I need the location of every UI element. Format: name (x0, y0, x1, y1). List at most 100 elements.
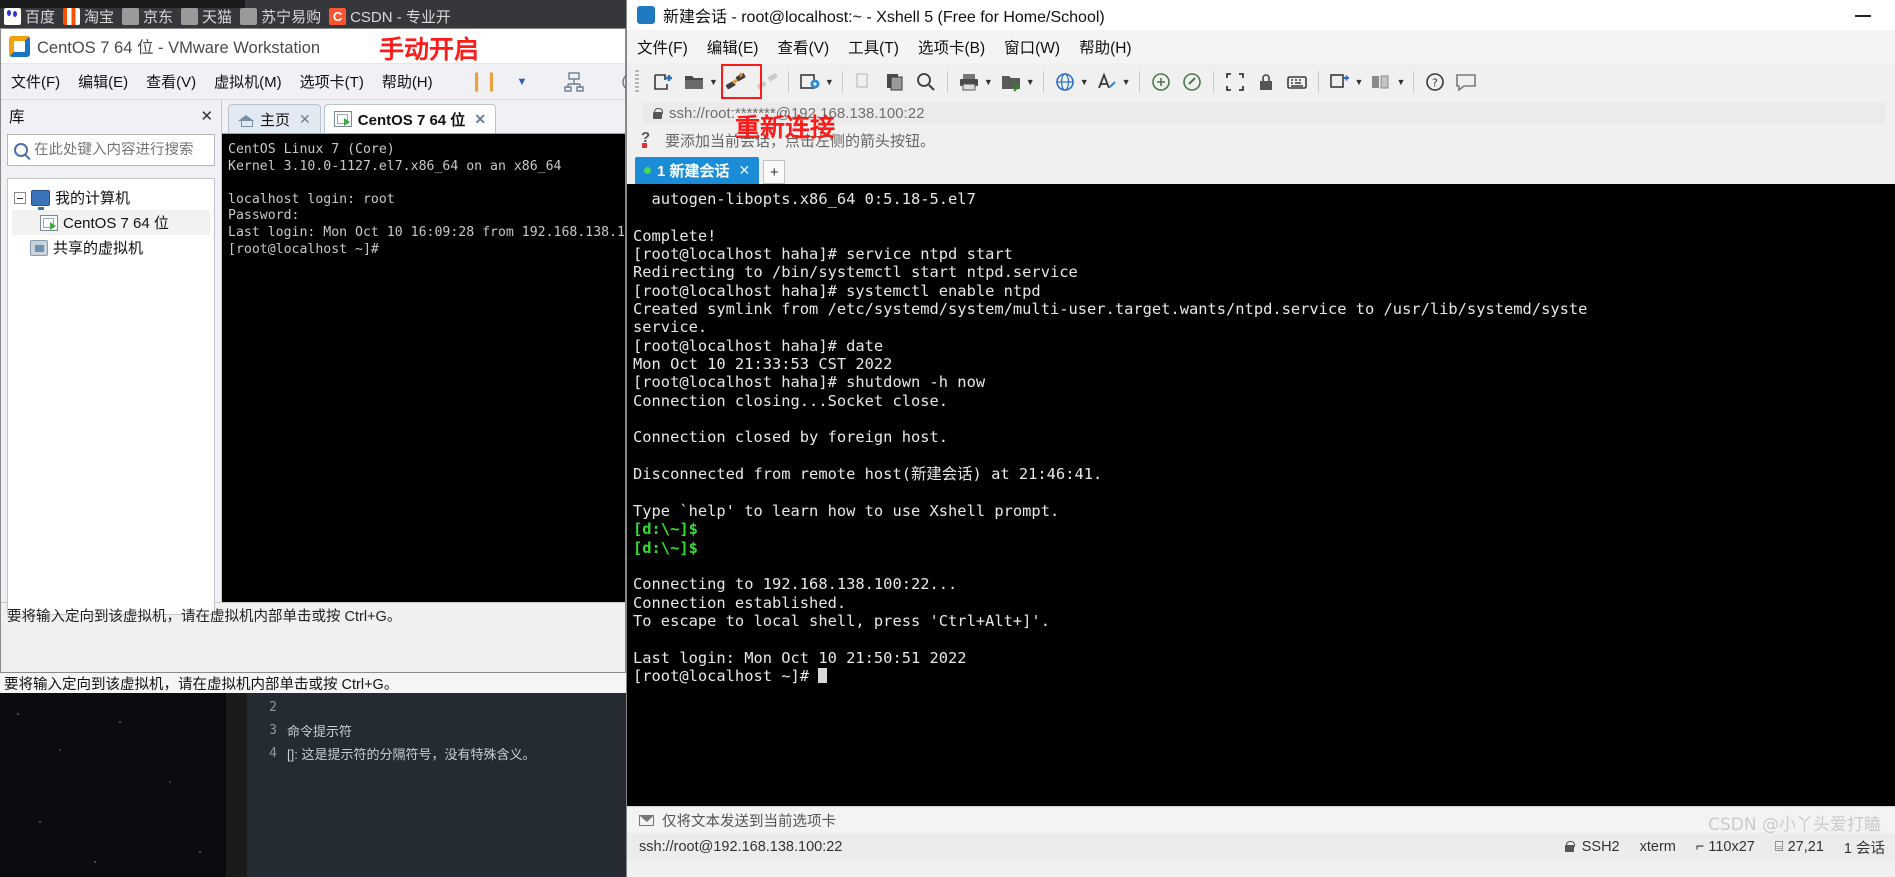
vmware-menubar[interactable]: 文件(F) 编辑(E) 查看(V) 虚拟机(M) 选项卡(T) 帮助(H) ❙❙… (1, 64, 682, 100)
terminal-line: autogen-libopts.x86_64 0:5.18-5.el7 (633, 190, 976, 208)
xshell-send-bar[interactable]: 仅将文本发送到当前选项卡 (627, 806, 1895, 833)
xshell-toolbar[interactable]: ▼ ▼ ▼ ▼ ▼ ▼ ▼ ▼ ? (627, 63, 1895, 100)
menu-tools[interactable]: 工具(T) (848, 36, 899, 58)
xshell-tab-session-1[interactable]: 1 新建会话 ✕ (635, 157, 760, 184)
vmware-tabstrip[interactable]: 主页 ✕ CentOS 7 64 位 ✕ (222, 100, 625, 133)
collapse-toggle-icon[interactable] (14, 191, 26, 204)
bookmark-jd[interactable]: 京东 (122, 6, 173, 27)
bookmark-taobao[interactable]: 淘宝 (63, 6, 114, 27)
terminal-line: [d:\~]$ (633, 520, 698, 539)
terminal-line: Redirecting to /bin/systemctl start ntpd… (633, 263, 1078, 282)
menu-tabs[interactable]: 选项卡(B) (918, 36, 985, 58)
terminal-line: Complete! (633, 226, 717, 245)
xshell-menubar[interactable]: 文件(F) 编辑(E) 查看(V) 工具(T) 选项卡(B) 窗口(W) 帮助(… (627, 30, 1895, 63)
menu-edit[interactable]: 编辑(E) (707, 36, 759, 58)
minimize-button[interactable] (1849, 4, 1877, 24)
vmware-status-text: 要将输入定向到该虚拟机，请在虚拟机内部单击或按 Ctrl+G。 (7, 609, 402, 625)
terminal-line: To escape to local shell, press 'Ctrl+Al… (633, 611, 1050, 630)
menu-file[interactable]: 文件(F) (637, 36, 688, 58)
fullscreen-icon[interactable] (1222, 69, 1248, 95)
lock-icon[interactable] (1253, 69, 1279, 95)
menu-window[interactable]: 窗口(W) (1004, 36, 1060, 58)
info-icon (641, 129, 657, 148)
search-icon (14, 143, 28, 157)
library-tree[interactable]: 我的计算机 CentOS 7 64 位 共享的虚拟机 (7, 178, 216, 615)
find-icon[interactable] (913, 69, 939, 95)
bookmark-suning[interactable]: 苏宁易购 (240, 6, 321, 27)
session-properties-icon[interactable] (797, 69, 823, 95)
toolbar-grip[interactable] (635, 69, 639, 94)
terminal-line: Connection closing...Socket close. (633, 391, 949, 410)
new-session-icon[interactable] (650, 69, 676, 95)
font-dropdown-caret-icon[interactable]: ▼ (1122, 77, 1131, 87)
chevron-down-icon[interactable]: ▼ (516, 76, 527, 88)
browser-dropdown-caret-icon[interactable]: ▼ (1080, 77, 1089, 87)
vmware-tab-home[interactable]: 主页 ✕ (228, 104, 321, 133)
new-tab-button[interactable]: + (763, 160, 786, 184)
desktop-wallpaper (0, 692, 226, 877)
highlight-icon[interactable] (1179, 69, 1205, 95)
desktop-background: 2 3 命令提示符 4 []: 这是提示符的分隔符号，没有特殊含义。 (0, 673, 626, 877)
reconnect-annotation: 重新连接 (735, 113, 836, 142)
line-text: []: 这是提示符的分隔符号，没有特殊含义。 (287, 747, 536, 762)
menu-edit[interactable]: 编辑(E) (78, 71, 128, 92)
xshell-hint-bar: 要添加当前会话，点击左侧的箭头按钮。 重新连接 (627, 113, 1895, 154)
library-search-box[interactable] (7, 134, 216, 166)
menu-view[interactable]: 查看(V) (777, 36, 829, 58)
browser-icon[interactable] (1052, 69, 1078, 95)
tree-item-shared-vms[interactable]: 共享的虚拟机 (12, 235, 210, 260)
transfer-icon[interactable] (998, 69, 1024, 95)
transfer-dropdown-caret-icon[interactable]: ▼ (1026, 77, 1035, 87)
terminal-line: Type `help' to learn how to use Xshell p… (633, 501, 1060, 520)
pause-vm-icon[interactable]: ❙❙ (469, 70, 500, 93)
keyboard-icon[interactable] (1284, 69, 1310, 95)
open-folder-icon[interactable] (681, 69, 707, 95)
properties-dropdown-caret-icon[interactable]: ▼ (825, 77, 834, 87)
layout-dropdown-caret-icon[interactable]: ▼ (1355, 77, 1364, 87)
close-icon[interactable]: ✕ (200, 107, 213, 125)
folder-dropdown-caret-icon[interactable]: ▼ (709, 77, 718, 87)
menu-file[interactable]: 文件(F) (11, 71, 60, 92)
paste-icon[interactable] (882, 69, 908, 95)
xshell-terminal[interactable]: autogen-libopts.x86_64 0:5.18-5.el7 Comp… (627, 184, 1895, 806)
vmware-main-area: 主页 ✕ CentOS 7 64 位 ✕ CentOS Linux 7 (Cor… (222, 100, 625, 602)
menu-view[interactable]: 查看(V) (146, 71, 196, 92)
close-icon[interactable]: ✕ (474, 111, 486, 128)
chat-icon[interactable] (1453, 69, 1479, 95)
menu-help[interactable]: 帮助(H) (1079, 36, 1132, 58)
vmware-tab-centos[interactable]: CentOS 7 64 位 ✕ (323, 104, 497, 133)
tree-item-label: 我的计算机 (55, 190, 131, 207)
arrange-icon[interactable] (1368, 69, 1394, 95)
print-dropdown-caret-icon[interactable]: ▼ (984, 77, 993, 87)
close-icon[interactable]: ✕ (739, 162, 751, 179)
close-icon[interactable]: ✕ (299, 111, 311, 128)
font-icon[interactable] (1094, 69, 1120, 95)
compose-icon[interactable] (1148, 69, 1174, 95)
line-number: 4 (269, 746, 277, 761)
bookmark-label: 淘宝 (84, 9, 115, 26)
bookmark-csdn[interactable]: C CSDN - 专业开 (329, 6, 451, 27)
tree-item-my-computer[interactable]: 我的计算机 (12, 185, 210, 210)
tree-item-centos[interactable]: CentOS 7 64 位 (12, 210, 211, 235)
search-input[interactable] (34, 142, 209, 158)
arrange-dropdown-caret-icon[interactable]: ▼ (1396, 77, 1405, 87)
print-icon[interactable] (956, 69, 982, 95)
status-size-group: ⌐ 110x27 (1696, 839, 1755, 855)
bookmark-baidu[interactable]: 百度 (4, 6, 55, 27)
xshell-tabstrip[interactable]: 1 新建会话 ✕ + (627, 154, 1895, 184)
bookmark-tmall[interactable]: 天猫 (181, 6, 232, 27)
vmware-titlebar: CentOS 7 64 位 - VMware Workstation 手动开启 (1, 29, 625, 64)
tree-item-label: 共享的虚拟机 (53, 240, 144, 257)
menu-help[interactable]: 帮助(H) (382, 71, 433, 92)
layout-icon[interactable] (1327, 69, 1353, 95)
terminal-line: Connecting to 192.168.138.100:22... (633, 575, 958, 594)
editor-pane[interactable]: 2 3 命令提示符 4 []: 这是提示符的分隔符号，没有特殊含义。 (247, 692, 626, 877)
vm-console-screen[interactable]: CentOS Linux 7 (Core) Kernel 3.10.0-1127… (222, 133, 625, 602)
help-icon[interactable]: ? (1422, 69, 1448, 95)
menu-tabs[interactable]: 选项卡(T) (300, 71, 364, 92)
send-ctrl-alt-del-icon[interactable] (563, 71, 585, 93)
menu-vm[interactable]: 虚拟机(M) (214, 71, 282, 92)
terminal-line: [root@localhost haha]# systemctl enable … (633, 281, 1041, 300)
bookmark-label: CSDN - 专业开 (350, 9, 451, 26)
svg-text:?: ? (1432, 76, 1438, 89)
